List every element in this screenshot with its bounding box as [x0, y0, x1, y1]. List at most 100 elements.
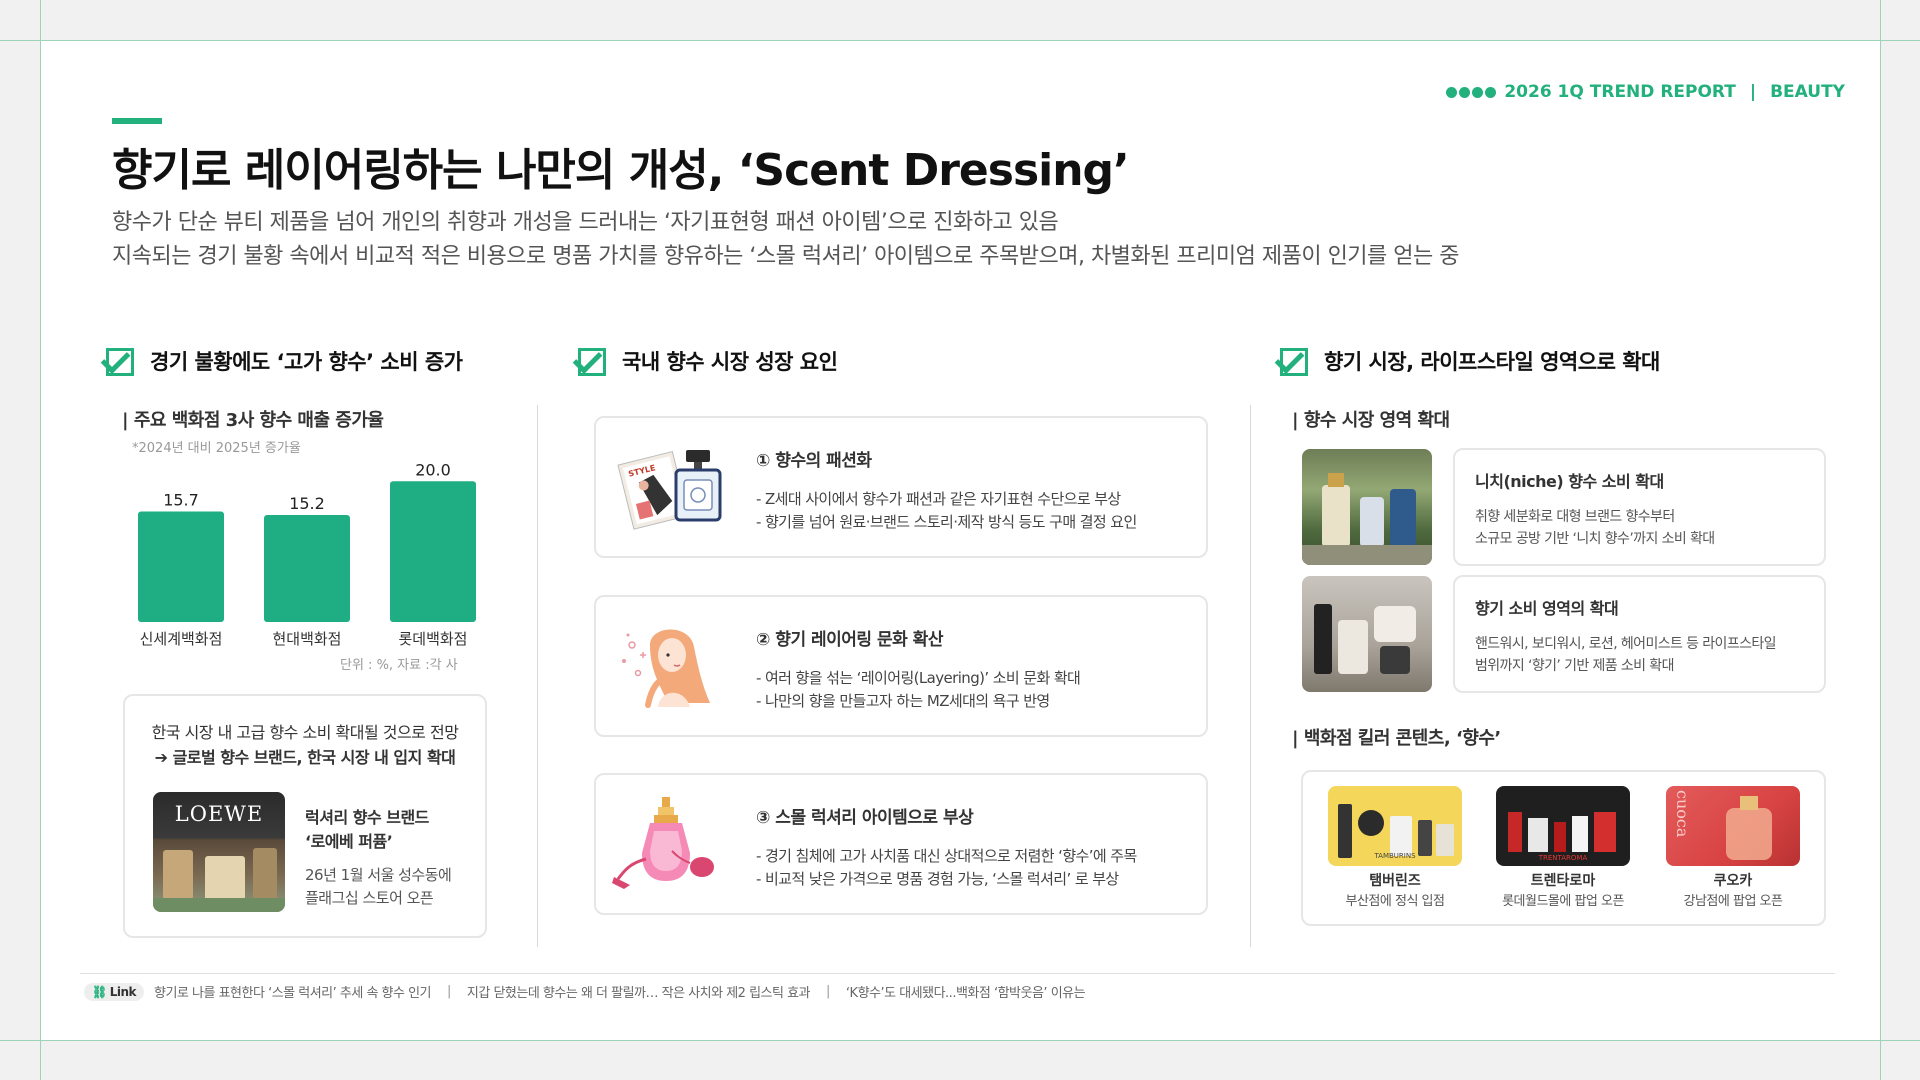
category-label-1: 신세계백화점: [140, 630, 223, 648]
frame-top-strip: [0, 0, 1920, 40]
forecast-line-1: 한국 시장 내 고급 향수 소비 확대될 것으로 전망: [151, 723, 459, 742]
frame-right-strip: [1880, 0, 1920, 1080]
subtitle: 향수가 단순 뷰티 제품을 넘어 개인의 취향과 개성을 드러내는 ‘자기표현형…: [112, 206, 1460, 274]
factor-card-2: ② 향기 레이어링 문화 확산 - 여러 향을 섞는 ‘레이어링(Layerin…: [594, 595, 1208, 737]
middle-heading-text: 국내 향수 시장 성장 요인: [622, 350, 838, 374]
woman-scent-icon: [610, 615, 730, 715]
report-tag: 2026 1Q TREND REPORT | BEAUTY: [1446, 82, 1845, 102]
cuoca-image: cuoca: [1666, 786, 1800, 866]
factor-1-lines: - Z세대 사이에서 향수가 패션과 같은 자기표현 수단으로 부상 - 향기를…: [756, 488, 1137, 534]
bar-value-label-1: 15.7: [163, 491, 199, 510]
link-badge-label: Link: [109, 984, 137, 999]
lifestyle-products-image: [1302, 576, 1432, 692]
department-sub-label: | 백화점 킬러 콘텐츠, ‘향수’: [1292, 728, 1501, 749]
right-section-heading: 향기 시장, 라이프스타일 영역으로 확대: [1274, 344, 1660, 378]
market-1-line-1: 취향 세분화로 대형 브랜드 향수부터: [1475, 509, 1675, 525]
tamburins-image: TAMBURINS: [1328, 786, 1462, 866]
guide-top: [0, 40, 1920, 41]
market-2-line-2: 범위까지 ‘향기’ 기반 제품 소비 확대: [1475, 658, 1674, 674]
factor-3-title: ③ 스몰 럭셔리 아이템으로 부상: [756, 808, 974, 828]
brand-cuoca-name: 쿠오카: [1713, 873, 1753, 889]
bar-chart-svg: 15.7 신세계백화점 15.2 현대백화점 20.0 롯데백화점: [138, 460, 476, 648]
brand-trentaroma-name: 트렌타로마: [1530, 873, 1596, 889]
cuoca-img-text: cuoca: [1673, 790, 1692, 838]
link-badge: ⛓ Link: [84, 982, 145, 1001]
sales-growth-chart: 15.7 신세계백화점 15.2 현대백화점 20.0 롯데백화점: [120, 460, 480, 660]
forecast-text: 한국 시장 내 고급 향수 소비 확대될 것으로 전망 ➔ 글로벌 향수 브랜드…: [125, 720, 485, 770]
loewe-title-line-1: 럭셔리 향수 브랜드: [305, 808, 429, 827]
bar-2: [264, 515, 350, 622]
loewe-desc-line-2: 플래그십 스토어 오픈: [305, 889, 434, 907]
niche-perfume-image: [1302, 449, 1432, 565]
bar-3: [390, 481, 476, 622]
footer-link-3[interactable]: ‘K향수’도 대세됐다...백화점 ‘함박웃음’ 이유는: [846, 982, 1086, 1001]
factor-card-1: STYLE ① 향수의 패션화 - Z세대 사이에서 향수가 패션과 같은 자기…: [594, 416, 1208, 558]
right-heading-text: 향기 시장, 라이프스타일 영역으로 확대: [1324, 350, 1660, 374]
report-separator: |: [1749, 82, 1757, 102]
factor-2-line-2: - 나만의 향을 만들고자 하는 MZ세대의 욕구 반영: [756, 692, 1050, 710]
loewe-store-image: LOEWE: [153, 792, 285, 912]
report-label: 2026 1Q TREND REPORT: [1504, 82, 1736, 102]
factor-1-title: ① 향수의 패션화: [756, 451, 872, 471]
footer-link-2[interactable]: 지갑 닫혔는데 향수는 왜 더 팔릴까… 작은 사치와 제2 립스틱 효과: [467, 982, 811, 1001]
market-card-2: 향기 소비 영역의 확대 핸드워시, 보디워시, 로션, 헤어미스트 등 라이프…: [1453, 575, 1826, 693]
frame-left-strip: [0, 0, 40, 1080]
factor-3-line-2: - 비교적 낮은 가격으로 명품 경험 가능, ‘스몰 럭셔리’ 로 부상: [756, 870, 1119, 888]
brand-tamburins-name: 탬버린즈: [1369, 873, 1421, 889]
forecast-card: 한국 시장 내 고급 향수 소비 확대될 것으로 전망 ➔ 글로벌 향수 브랜드…: [123, 694, 487, 938]
frame-bottom-strip: [0, 1040, 1920, 1080]
trentaroma-img-text: TRENTAROMA: [1538, 854, 1588, 862]
loewe-desc-line-1: 26년 1월 서울 성수동에: [305, 866, 452, 884]
checkbox-icon: [572, 344, 612, 378]
left-heading-text: 경기 불황에도 ‘고가 향수’ 소비 증가: [150, 350, 463, 374]
market-1-line-2: 소규모 공방 기반 ‘니치 향수’까지 소비 확대: [1475, 531, 1715, 547]
chart-sub-label: | 주요 백화점 3사 향수 매출 증가율: [122, 410, 384, 431]
chart-source: 단위 : %, 자료 :각 사: [340, 658, 458, 673]
factor-3-line-1: - 경기 침체에 고가 사치품 대신 상대적으로 저렴한 ‘향수’에 주목: [756, 847, 1137, 865]
category-label-2: 현대백화점: [272, 630, 341, 648]
guide-bottom: [0, 1040, 1920, 1041]
bar-value-label-3: 20.0: [415, 460, 451, 479]
magazine-perfume-icon: STYLE: [610, 436, 730, 536]
checkbox-icon: [1274, 344, 1314, 378]
brand-trentaroma: TRENTAROMA 트렌타로마 롯데월드몰에 팝업 오픈: [1495, 786, 1631, 909]
brand-trentaroma-where: 롯데월드몰에 팝업 오픈: [1502, 894, 1624, 909]
checkbox-icon: [100, 344, 140, 378]
market-2-title: 향기 소비 영역의 확대: [1475, 599, 1619, 618]
bar-value-label-2: 15.2: [289, 494, 325, 513]
market-2-line-1: 핸드워시, 보디워시, 로션, 헤어미스트 등 라이프스타일: [1475, 636, 1777, 652]
forecast-line-2: ➔ 글로벌 향수 브랜드, 한국 시장 내 입지 확대: [154, 748, 456, 767]
link-icon: ⛓: [92, 984, 107, 999]
brand-cuoca-where: 강남점에 팝업 오픈: [1683, 894, 1783, 909]
factor-2-title: ② 향기 레이어링 문화 확산: [756, 630, 943, 650]
loewe-title-line-2: ‘로에베 퍼퓸’: [305, 832, 393, 851]
column-divider-2: [1250, 405, 1251, 947]
loewe-logo: LOEWE: [174, 802, 264, 826]
page-title: 향기로 레이어링하는 나만의 개성, ‘Scent Dressing’: [112, 145, 1130, 196]
title-accent-bar: [112, 118, 162, 124]
market-card-1: 니치(niche) 향수 소비 확대 취향 세분화로 대형 브랜드 향수부터 소…: [1453, 448, 1826, 566]
brand-popup-card: TAMBURINS 탬버린즈 부산점에 정식 입점 TRENTAROMA 트렌타…: [1301, 770, 1826, 926]
footer-link-1[interactable]: 향기로 나를 표현한다 ‘스몰 럭셔리’ 추세 속 향수 인기: [154, 982, 431, 1001]
left-section-heading: 경기 불황에도 ‘고가 향수’ 소비 증가: [100, 344, 463, 378]
brand-tamburins: TAMBURINS 탬버린즈 부산점에 정식 입점: [1327, 786, 1463, 909]
loewe-brand-desc: 26년 1월 서울 성수동에 플래그십 스토어 오픈: [305, 864, 452, 910]
column-divider-1: [537, 405, 538, 947]
factor-3-lines: - 경기 침체에 고가 사치품 대신 상대적으로 저렴한 ‘향수’에 주목 - …: [756, 845, 1137, 891]
subtitle-line-2: 지속되는 경기 불황 속에서 비교적 적은 비용으로 명품 가치를 향유하는 ‘…: [112, 244, 1460, 269]
atomizer-icon: [610, 793, 730, 893]
factor-card-3: ③ 스몰 럭셔리 아이템으로 부상 - 경기 침체에 고가 사치품 대신 상대적…: [594, 773, 1208, 915]
guide-left: [40, 0, 41, 1080]
category-label-3: 롯데백화점: [398, 630, 467, 648]
tamburins-img-text: TAMBURINS: [1374, 852, 1416, 860]
dots-icon: [1446, 86, 1497, 98]
factor-2-line-1: - 여러 향을 섞는 ‘레이어링(Layering)’ 소비 문화 확대: [756, 669, 1081, 687]
report-category: BEAUTY: [1770, 82, 1845, 102]
middle-section-heading: 국내 향수 시장 성장 요인: [572, 344, 838, 378]
factor-1-line-1: - Z세대 사이에서 향수가 패션과 같은 자기표현 수단으로 부상: [756, 490, 1121, 508]
brand-tamburins-where: 부산점에 정식 입점: [1345, 894, 1445, 909]
market-sub-label: | 향수 시장 영역 확대: [1292, 410, 1450, 431]
guide-right: [1880, 0, 1881, 1080]
loewe-brand-title: 럭셔리 향수 브랜드 ‘로에베 퍼퓸’: [305, 806, 429, 854]
market-1-title: 니치(niche) 향수 소비 확대: [1475, 472, 1664, 491]
